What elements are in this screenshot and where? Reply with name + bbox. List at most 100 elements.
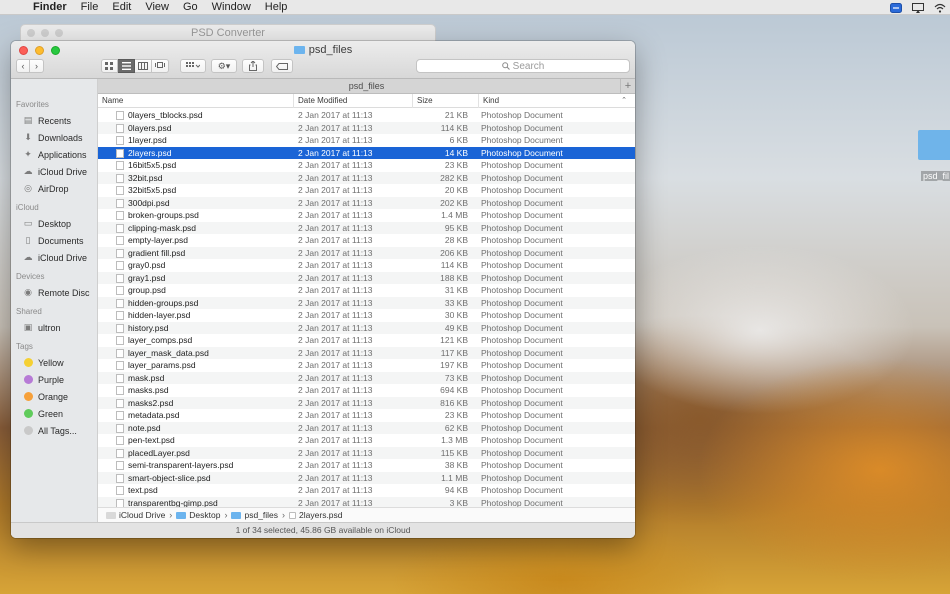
menu-window[interactable]: Window (205, 0, 258, 15)
table-row[interactable]: empty-layer.psd 2 Jan 2017 at 11:13 28 KB P… (98, 234, 635, 247)
table-row[interactable]: 300dpi.psd 2 Jan 2017 at 11:13 202 KB Photo… (98, 196, 635, 209)
file-size: 117 KB (440, 347, 468, 358)
airdrop-icon: ◎ (24, 183, 32, 193)
sidebar-all-tags[interactable]: All Tags... (11, 422, 97, 439)
table-row[interactable]: masks.psd 2 Jan 2017 at 11:13 694 KB Photos… (98, 384, 635, 397)
file-date: 2 Jan 2017 at 11:13 (298, 222, 373, 233)
search-field[interactable]: Search (416, 59, 630, 73)
breadcrumb-desktop[interactable]: Desktop (176, 510, 220, 520)
sidebar-tag-purple[interactable]: Purple (11, 371, 97, 388)
sidebar-item-documents[interactable]: ▯ Documents (11, 232, 97, 249)
sidebar-tag-orange[interactable]: Orange (11, 388, 97, 405)
file-kind: Photoshop Document (481, 447, 563, 458)
table-row[interactable]: gradient fill.psd 2 Jan 2017 at 11:13 206 … (98, 246, 635, 259)
desktop-folder-icon[interactable] (918, 130, 950, 160)
search-icon (501, 62, 510, 70)
menu-help[interactable]: Help (258, 0, 295, 15)
file-kind: Photoshop Document (481, 110, 563, 120)
psd-file-icon (116, 473, 124, 483)
table-row[interactable]: text.psd 2 Jan 2017 at 11:13 94 KB Photosho… (98, 484, 635, 497)
file-size: 30 KB (444, 310, 468, 320)
cloud-icon (106, 512, 116, 519)
wifi-icon[interactable] (934, 3, 946, 13)
sidebar-item-applications[interactable]: ✦ Applications (11, 146, 97, 163)
sort-chevron-up-icon[interactable]: ⌃ (621, 94, 627, 108)
file-date: 2 Jan 2017 at 11:13 (298, 185, 373, 195)
menu-finder[interactable]: Finder (26, 0, 74, 15)
table-row[interactable]: gray0.psd 2 Jan 2017 at 11:13 114 KB Photos… (98, 259, 635, 272)
sidebar-item-icloud-drive[interactable]: ☁ iCloud Drive (11, 163, 97, 180)
breadcrumb-file[interactable]: 2layers.psd (289, 510, 343, 520)
table-row[interactable]: note.psd 2 Jan 2017 at 11:13 62 KB Photosho… (98, 421, 635, 434)
column-header-size[interactable]: Size (412, 94, 478, 108)
tags-button[interactable] (271, 59, 293, 73)
breadcrumb-icloud-drive[interactable]: iCloud Drive (106, 510, 165, 520)
sidebar-tag-yellow[interactable]: Yellow (11, 354, 97, 371)
table-row[interactable]: 16bit5x5.psd 2 Jan 2017 at 11:13 23 KB Phot… (98, 159, 635, 172)
column-view-button[interactable] (135, 59, 152, 73)
share-icon (249, 61, 257, 71)
column-header-date[interactable]: Date Modified (293, 94, 412, 108)
table-row[interactable]: 0layers_tblocks.psd 2 Jan 2017 at 11:13 21… (98, 109, 635, 122)
column-header-name[interactable]: Name (98, 94, 293, 108)
file-date: 2 Jan 2017 at 11:13 (298, 260, 373, 270)
sidebar-item-airdrop[interactable]: ◎ AirDrop (11, 180, 97, 197)
icon-view-button[interactable] (101, 59, 118, 73)
list-view-button[interactable] (118, 59, 135, 73)
new-tab-button[interactable]: + (620, 79, 635, 94)
file-date: 2 Jan 2017 at 11:13 (298, 310, 373, 320)
table-row[interactable]: metadata.psd 2 Jan 2017 at 11:13 23 KB Phot… (98, 409, 635, 422)
table-row[interactable]: semi-transparent-layers.psd 2 Jan 2017 at… (98, 459, 635, 472)
sidebar-item-desktop[interactable]: ▭ Desktop (11, 215, 97, 232)
sync-status-icon[interactable] (890, 2, 902, 13)
file-kind: Photoshop Document (481, 422, 563, 433)
file-kind: Photoshop Document (481, 472, 563, 483)
table-row[interactable]: smart-object-slice.psd 2 Jan 2017 at 11:1… (98, 471, 635, 484)
table-row[interactable]: hidden-groups.psd 2 Jan 2017 at 11:13 33 K… (98, 296, 635, 309)
table-row[interactable]: 32bit5x5.psd 2 Jan 2017 at 11:13 20 KB Phot… (98, 184, 635, 197)
sidebar-tag-green[interactable]: Green (11, 405, 97, 422)
table-row[interactable]: layer_comps.psd 2 Jan 2017 at 11:13 121 KB… (98, 334, 635, 347)
table-row[interactable]: masks2.psd 2 Jan 2017 at 11:13 816 KB Photo… (98, 396, 635, 409)
group-button[interactable] (180, 59, 206, 73)
table-row[interactable]: group.psd 2 Jan 2017 at 11:13 31 KB Photosh… (98, 284, 635, 297)
column-header-kind[interactable]: Kind (478, 94, 635, 108)
menu-go[interactable]: Go (176, 0, 205, 15)
table-row[interactable]: transparentbg-gimp.psd 2 Jan 2017 at 11:1… (98, 496, 635, 507)
menu-edit[interactable]: Edit (105, 0, 138, 15)
table-row[interactable]: layer_params.psd 2 Jan 2017 at 11:13 197 K… (98, 359, 635, 372)
forward-button[interactable]: › (30, 59, 44, 73)
file-kind: Photoshop Document (481, 235, 563, 245)
table-row[interactable]: 2layers.psd 2 Jan 2017 at 11:13 14 KB Photo… (98, 146, 635, 159)
table-row[interactable]: mask.psd 2 Jan 2017 at 11:13 73 KB Photosho… (98, 371, 635, 384)
menu-file[interactable]: File (74, 0, 106, 15)
table-row[interactable]: 0layers.psd 2 Jan 2017 at 11:13 114 KB Phot… (98, 121, 635, 134)
table-row[interactable]: placedLayer.psd 2 Jan 2017 at 11:13 115 KB… (98, 446, 635, 459)
breadcrumb-psd-files[interactable]: psd_files (231, 510, 278, 520)
psd-file-icon (116, 398, 124, 408)
cover-flow-view-button[interactable] (152, 59, 169, 73)
table-row[interactable]: 1layer.psd 2 Jan 2017 at 11:13 6 KB Photosh… (98, 134, 635, 147)
psd-file-icon (116, 261, 124, 270)
sidebar-item-icloud-drive-2[interactable]: ☁ iCloud Drive (11, 249, 97, 266)
sidebar-item-recents[interactable]: ▤ Recents (11, 112, 97, 129)
share-button[interactable] (242, 59, 264, 73)
menu-view[interactable]: View (138, 0, 176, 15)
table-row[interactable]: hidden-layer.psd 2 Jan 2017 at 11:13 30 KB… (98, 309, 635, 322)
back-button[interactable]: ‹ (16, 59, 30, 73)
table-row[interactable]: layer_mask_data.psd 2 Jan 2017 at 11:13 11… (98, 346, 635, 359)
desktop-folder-label[interactable]: psd_fil (921, 171, 950, 181)
file-name: smart-object-slice.psd (128, 472, 211, 483)
table-row[interactable]: gray1.psd 2 Jan 2017 at 11:13 188 KB Photos… (98, 271, 635, 284)
table-row[interactable]: clipping-mask.psd 2 Jan 2017 at 11:13 95 K… (98, 221, 635, 234)
table-row[interactable]: pen-text.psd 2 Jan 2017 at 11:13 1.3 MB Pho… (98, 434, 635, 447)
table-row[interactable]: history.psd 2 Jan 2017 at 11:13 49 KB Photo… (98, 321, 635, 334)
sidebar-item-remote-disc[interactable]: ◉ Remote Disc (11, 284, 97, 301)
sidebar-item-ultron[interactable]: ▣ ultron (11, 319, 97, 336)
tab-psd-files[interactable]: psd_files (349, 81, 385, 91)
table-row[interactable]: 32bit.psd 2 Jan 2017 at 11:13 282 KB Photos… (98, 171, 635, 184)
table-row[interactable]: broken-groups.psd 2 Jan 2017 at 11:13 1.4 … (98, 209, 635, 222)
action-gear-button[interactable]: ⚙▾ (211, 59, 237, 73)
airplay-icon[interactable] (912, 2, 924, 13)
sidebar-item-downloads[interactable]: ⬇ Downloads (11, 129, 97, 146)
